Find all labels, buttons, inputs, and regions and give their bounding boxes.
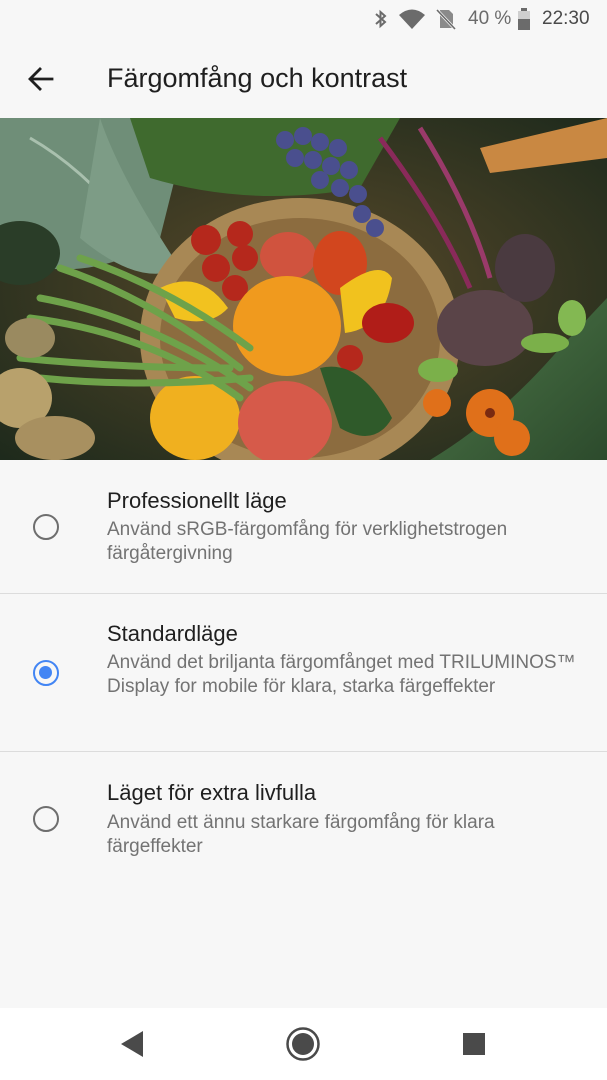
- radio-button[interactable]: [33, 514, 59, 540]
- status-bar: 40 % 22:30: [0, 0, 607, 38]
- option-title: Läget för extra livfulla: [107, 780, 317, 805]
- option-professional-mode[interactable]: Professionellt läge Använd sRGB-färgomfå…: [0, 460, 607, 594]
- home-circle-icon: [286, 1027, 320, 1061]
- page-title: Färgomfång och kontrast: [107, 63, 408, 93]
- wifi-icon: [399, 9, 425, 29]
- vegetables-basket-photo: [0, 118, 607, 460]
- option-title: Standardläge: [107, 621, 238, 646]
- nav-recents-button[interactable]: [454, 1024, 494, 1064]
- arrow-back-icon: [28, 67, 54, 91]
- bluetooth-icon: [375, 9, 387, 29]
- back-button[interactable]: [18, 56, 64, 102]
- radio-button[interactable]: [33, 806, 59, 832]
- navigation-bar: [0, 1008, 607, 1080]
- clock: 22:30: [542, 8, 590, 29]
- recents-square-icon: [463, 1033, 485, 1055]
- option-extra-vivid-mode[interactable]: Läget för extra livfulla Använd ett ännu…: [0, 752, 607, 882]
- back-triangle-icon: [121, 1031, 143, 1057]
- no-sim-icon: [436, 8, 456, 30]
- option-subtitle: Använd sRGB-färgomfång för verklighetstr…: [107, 519, 508, 564]
- option-standard-mode[interactable]: Standardläge Använd det briljanta färgom…: [0, 594, 607, 752]
- nav-back-button[interactable]: [112, 1024, 152, 1064]
- radio-button-selected[interactable]: [33, 660, 59, 686]
- battery-percent: 40 %: [468, 8, 512, 29]
- option-subtitle: Använd ett ännu starkare färgomfång för …: [107, 812, 495, 857]
- hero-image: [0, 118, 607, 460]
- battery-icon: [518, 8, 530, 30]
- option-title: Professionellt läge: [107, 488, 287, 513]
- color-mode-options: Professionellt läge Använd sRGB-färgomfå…: [0, 460, 607, 882]
- option-subtitle: Använd det briljanta färgomfånget med TR…: [107, 652, 576, 697]
- app-bar: Färgomfång och kontrast: [0, 38, 607, 118]
- nav-home-button[interactable]: [283, 1024, 323, 1064]
